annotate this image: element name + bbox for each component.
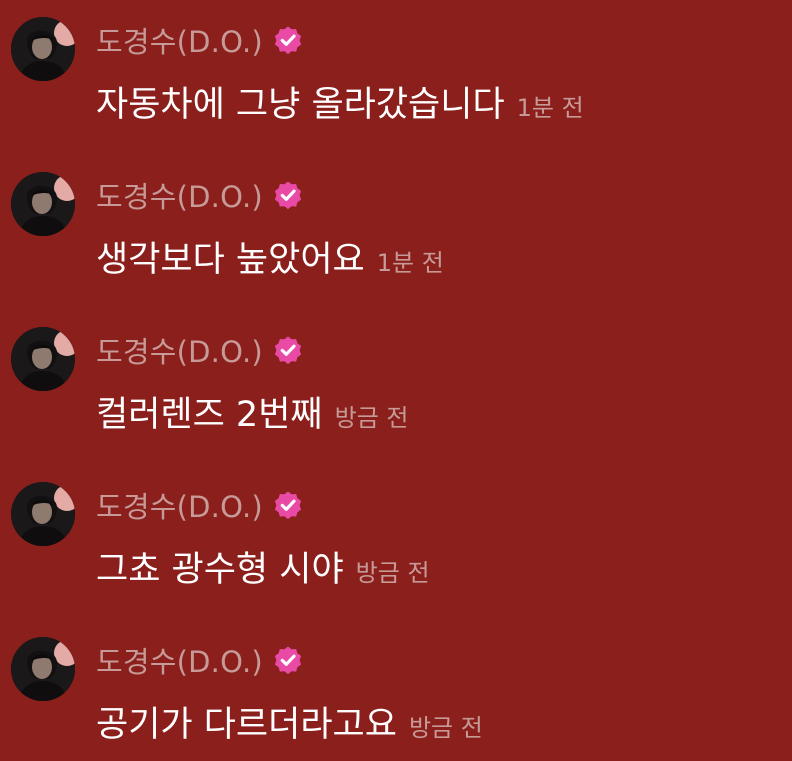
author-row: 도경수(D.O.) xyxy=(96,20,303,60)
message-text: 그쵸 광수형 시야 xyxy=(96,550,344,590)
avatar-image xyxy=(11,172,75,236)
author-name[interactable]: 도경수(D.O.) xyxy=(96,484,263,526)
verified-badge-icon xyxy=(274,491,301,520)
avatar-image xyxy=(11,637,75,701)
verified-badge-icon xyxy=(274,646,301,675)
timestamp: 방금 전 xyxy=(408,714,483,742)
author-row: 도경수(D.O.) xyxy=(96,175,303,215)
author-name[interactable]: 도경수(D.O.) xyxy=(96,639,263,681)
avatar[interactable] xyxy=(11,17,75,81)
avatar-image xyxy=(11,17,75,81)
message-text: 생각보다 높았어요 xyxy=(96,240,365,280)
message-row: 자동차에 그냥 올라갔습니다 1분 전 xyxy=(96,76,584,125)
message-item: 도경수(D.O.) 생각보다 높았어요 1분 전 xyxy=(0,155,792,280)
author-row: 도경수(D.O.) xyxy=(96,640,303,680)
avatar-image xyxy=(11,327,75,391)
message-text: 자동차에 그냥 올라갔습니다 xyxy=(96,85,505,125)
message-feed: 도경수(D.O.) 자동차에 그냥 올라갔습니다 1분 전 도경수(D.O.) xyxy=(0,0,792,761)
timestamp: 1분 전 xyxy=(516,94,584,122)
message-item: 도경수(D.O.) 컬러렌즈 2번째 방금 전 xyxy=(0,310,792,435)
timestamp: 1분 전 xyxy=(376,249,444,277)
message-item: 도경수(D.O.) 공기가 다르더라고요 방금 전 xyxy=(0,620,792,745)
message-text: 컬러렌즈 2번째 xyxy=(96,395,323,435)
message-row: 컬러렌즈 2번째 방금 전 xyxy=(96,386,409,435)
message-item: 도경수(D.O.) 그쵸 광수형 시야 방금 전 xyxy=(0,465,792,590)
author-row: 도경수(D.O.) xyxy=(96,330,303,370)
message-row: 그쵸 광수형 시야 방금 전 xyxy=(96,541,430,590)
author-name[interactable]: 도경수(D.O.) xyxy=(96,19,263,61)
timestamp: 방금 전 xyxy=(355,559,430,587)
avatar[interactable] xyxy=(11,482,75,546)
verified-badge-icon xyxy=(274,26,301,55)
verified-badge-icon xyxy=(274,336,301,365)
message-row: 공기가 다르더라고요 방금 전 xyxy=(96,696,483,745)
author-name[interactable]: 도경수(D.O.) xyxy=(96,329,263,371)
message-text: 공기가 다르더라고요 xyxy=(96,705,397,745)
author-row: 도경수(D.O.) xyxy=(96,485,303,525)
message-item: 도경수(D.O.) 자동차에 그냥 올라갔습니다 1분 전 xyxy=(0,0,792,125)
avatar-image xyxy=(11,482,75,546)
avatar[interactable] xyxy=(11,327,75,391)
avatar[interactable] xyxy=(11,637,75,701)
avatar[interactable] xyxy=(11,172,75,236)
author-name[interactable]: 도경수(D.O.) xyxy=(96,174,263,216)
timestamp: 방금 전 xyxy=(334,404,409,432)
message-row: 생각보다 높았어요 1분 전 xyxy=(96,231,444,280)
verified-badge-icon xyxy=(274,181,301,210)
